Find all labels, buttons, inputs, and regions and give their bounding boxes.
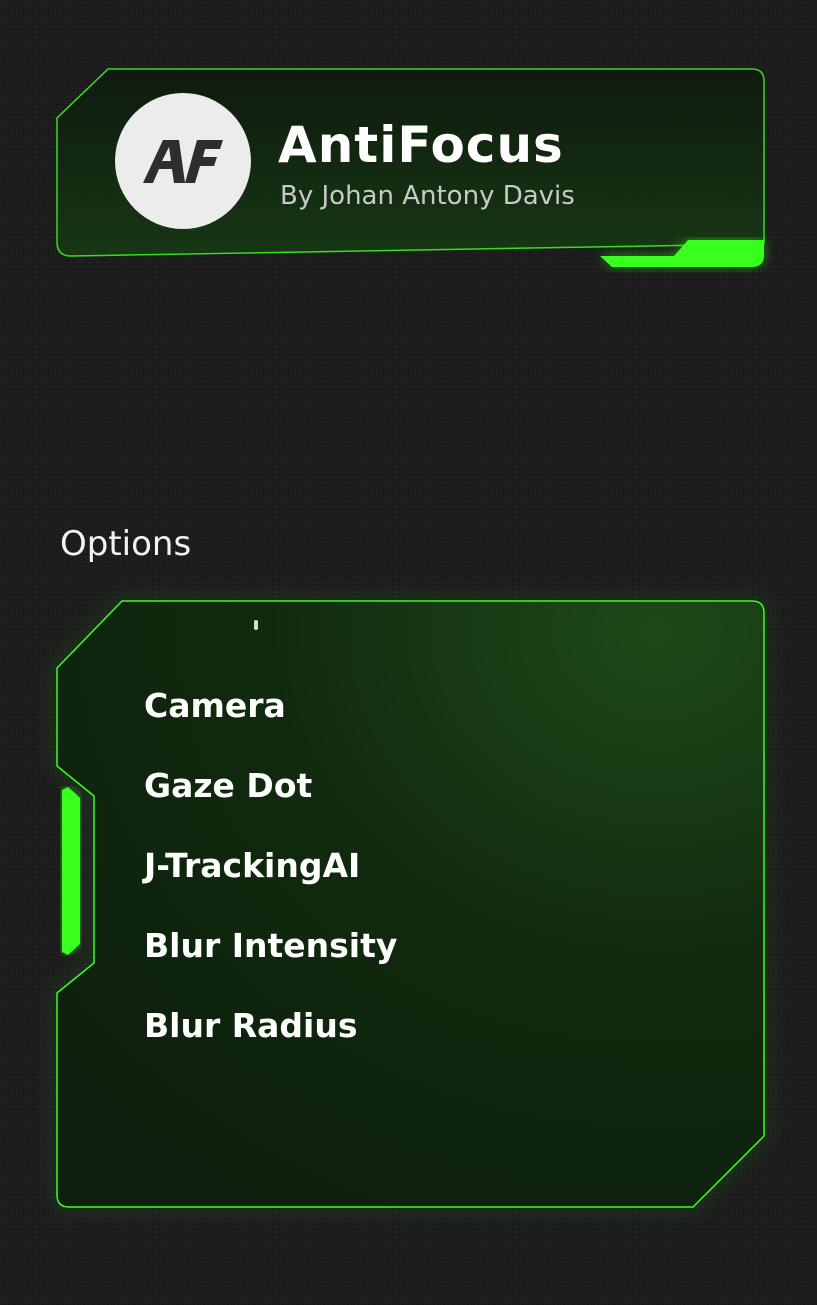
scroll-indicator[interactable]: [60, 786, 82, 956]
option-blur-intensity[interactable]: Blur Intensity: [144, 920, 397, 1000]
af-logo-icon: [143, 140, 223, 183]
option-j-tracking-ai[interactable]: J-TrackingAI: [144, 840, 397, 920]
app-header-card: AntiFocus By Johan Antony Davis: [0, 0, 817, 300]
options-heading: Options: [60, 524, 192, 564]
app-author: By Johan Antony Davis: [280, 181, 575, 211]
option-camera[interactable]: Camera: [144, 680, 397, 760]
option-gaze-dot[interactable]: Gaze Dot: [144, 760, 397, 840]
options-list: Camera Gaze Dot J-TrackingAI Blur Intens…: [144, 680, 397, 1080]
app-title: AntiFocus: [278, 116, 564, 174]
option-blur-radius[interactable]: Blur Radius: [144, 1000, 397, 1080]
app-logo: [115, 93, 251, 229]
indicator-dot: [254, 620, 258, 630]
